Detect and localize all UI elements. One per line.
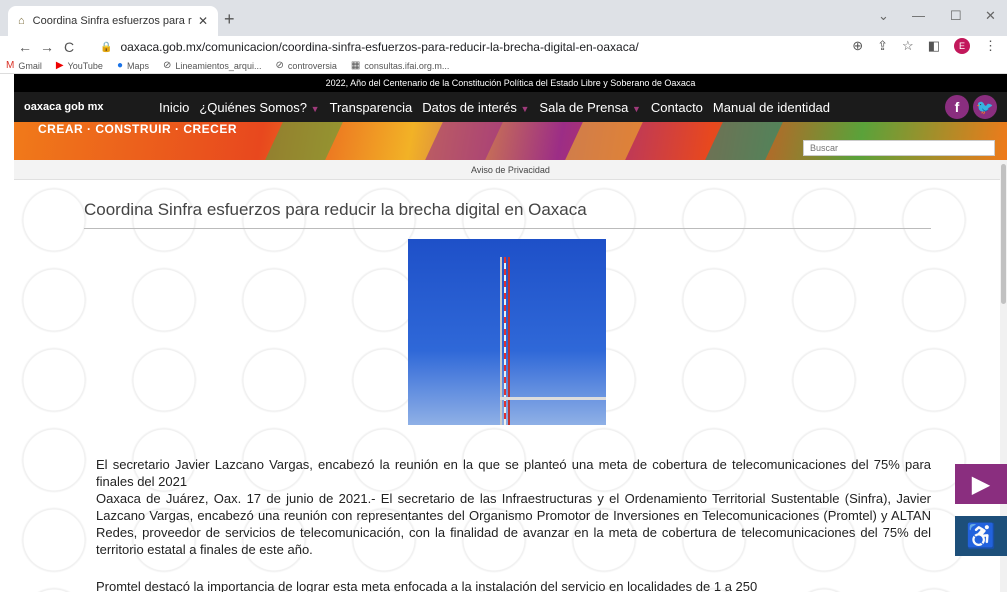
bookmark-youtube[interactable]: ▶ YouTube	[56, 60, 103, 71]
article-paragraph: Promtel destacó la importancia de lograr…	[96, 579, 758, 592]
bookmarks-bar: M Gmail ▶ YouTube ● Maps ⊘ Lineamientos_arqu…	[0, 58, 1007, 74]
back-icon[interactable]: ←	[14, 39, 36, 55]
side-panel-icon[interactable]: ◧	[928, 38, 940, 54]
url-text[interactable]: oaxaca.gob.mx/comunicacion/coordina-sinf…	[120, 40, 638, 54]
reload-icon[interactable]: C	[58, 39, 80, 55]
nav-item-sala-de-prensa[interactable]: Sala de Prensa ▼	[539, 100, 640, 115]
nav-item-transparencia[interactable]: Transparencia	[330, 100, 413, 115]
browser-tab-bar: ⌂ Coordina Sinfra esfuerzos para r ✕ + ⌄…	[0, 0, 1007, 36]
bookmark-consultas[interactable]: ▦ consultas.ifai.org.m...	[351, 60, 450, 71]
profile-avatar[interactable]: E	[954, 38, 970, 54]
chevron-down-icon: ▼	[310, 103, 320, 114]
bookmark-lineamientos[interactable]: ⊘ Lineamientos_arqui...	[163, 60, 261, 71]
accessibility-icon[interactable]: ♿	[955, 516, 1007, 556]
chevron-down-icon: ▼	[631, 103, 641, 114]
article-paragraph: Oaxaca de Juárez, Oax. 17 de junio de 20…	[96, 491, 931, 557]
share-icon[interactable]: ⇪	[877, 38, 888, 54]
tab-close-icon[interactable]: ✕	[198, 14, 208, 28]
announcement-bar: 2022, Año del Centenario de la Constituc…	[14, 74, 1007, 92]
nav-item-inicio[interactable]: Inicio	[159, 100, 189, 115]
banner-slogan: CREAR · CONSTRUIR · CRECER	[38, 122, 237, 136]
nav-item-manual-de-identidad[interactable]: Manual de identidad	[713, 100, 830, 115]
zoom-icon[interactable]: ⊕	[852, 38, 863, 54]
bookmark-gmail[interactable]: M Gmail	[6, 60, 42, 71]
bookmark-star-icon[interactable]: ☆	[902, 38, 914, 54]
search-input[interactable]	[803, 140, 995, 156]
article-photo	[408, 239, 606, 425]
tab-search-icon[interactable]: ⌄	[878, 8, 889, 24]
new-tab-button[interactable]: +	[224, 9, 235, 30]
play-video-button[interactable]: ▶	[955, 464, 1007, 504]
bookmark-maps[interactable]: ● Maps	[117, 60, 149, 71]
close-window-button[interactable]: ✕	[985, 8, 996, 24]
nav-item-datos-de-interes[interactable]: Datos de interés ▼	[422, 100, 529, 115]
maximize-button[interactable]: ☐	[950, 8, 962, 24]
bookmark-controversia[interactable]: ⊘ controversia	[275, 60, 336, 71]
twitter-icon[interactable]: 🐦	[973, 95, 997, 119]
privacy-link[interactable]: Aviso de Privacidad	[14, 160, 1007, 180]
browser-toolbar: ← → C 🔒 oaxaca.gob.mx/comunicacion/coord…	[0, 36, 1007, 58]
link-icon: ⊘	[163, 60, 172, 71]
chevron-down-icon: ▼	[520, 103, 530, 114]
facebook-icon[interactable]: f	[945, 95, 969, 119]
site-navigation: oaxaca gob mx Inicio ¿Quiénes Somos? ▼ T…	[14, 92, 1007, 122]
article-title: Coordina Sinfra esfuerzos para reducir l…	[84, 200, 931, 229]
nav-item-contacto[interactable]: Contacto	[651, 100, 703, 115]
menu-kebab-icon[interactable]: ⋮	[984, 38, 997, 54]
hero-banner: CREAR · CONSTRUIR · CRECER	[14, 122, 1007, 160]
nav-item-quienes-somos[interactable]: ¿Quiénes Somos? ▼	[199, 100, 319, 115]
lock-icon[interactable]: 🔒	[100, 42, 112, 53]
maps-icon: ●	[116, 60, 123, 71]
doc-icon: ▦	[350, 60, 361, 71]
link-icon: ⊘	[275, 60, 284, 71]
address-bar[interactable]: 🔒 oaxaca.gob.mx/comunicacion/coordina-si…	[100, 36, 639, 58]
youtube-icon: ▶	[55, 60, 64, 71]
minimize-button[interactable]: —	[912, 8, 925, 23]
gmail-icon: M	[6, 60, 15, 71]
site-favicon-icon: ⌂	[18, 15, 25, 27]
tab-title: Coordina Sinfra esfuerzos para r	[32, 15, 192, 27]
browser-tab[interactable]: ⌂ Coordina Sinfra esfuerzos para r ✕	[8, 6, 218, 36]
article-paragraph: El secretario Javier Lazcano Vargas, enc…	[96, 457, 931, 489]
forward-icon[interactable]: →	[36, 39, 58, 55]
site-brand[interactable]: oaxaca gob mx	[24, 101, 159, 113]
article-content: Coordina Sinfra esfuerzos para reducir l…	[14, 180, 1000, 592]
